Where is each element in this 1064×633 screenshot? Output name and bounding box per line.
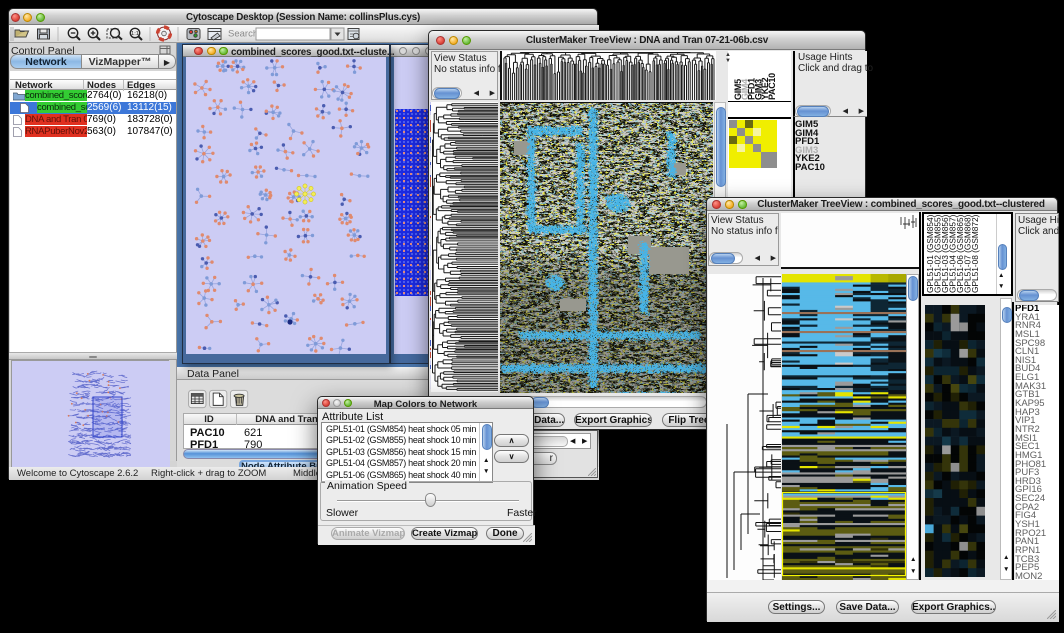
svg-text:PAC10: PAC10: [767, 73, 777, 100]
svg-text:1:1: 1:1: [131, 31, 139, 37]
svg-text:GPL51-08 (GSM872): GPL51-08 (GSM872): [970, 214, 980, 293]
